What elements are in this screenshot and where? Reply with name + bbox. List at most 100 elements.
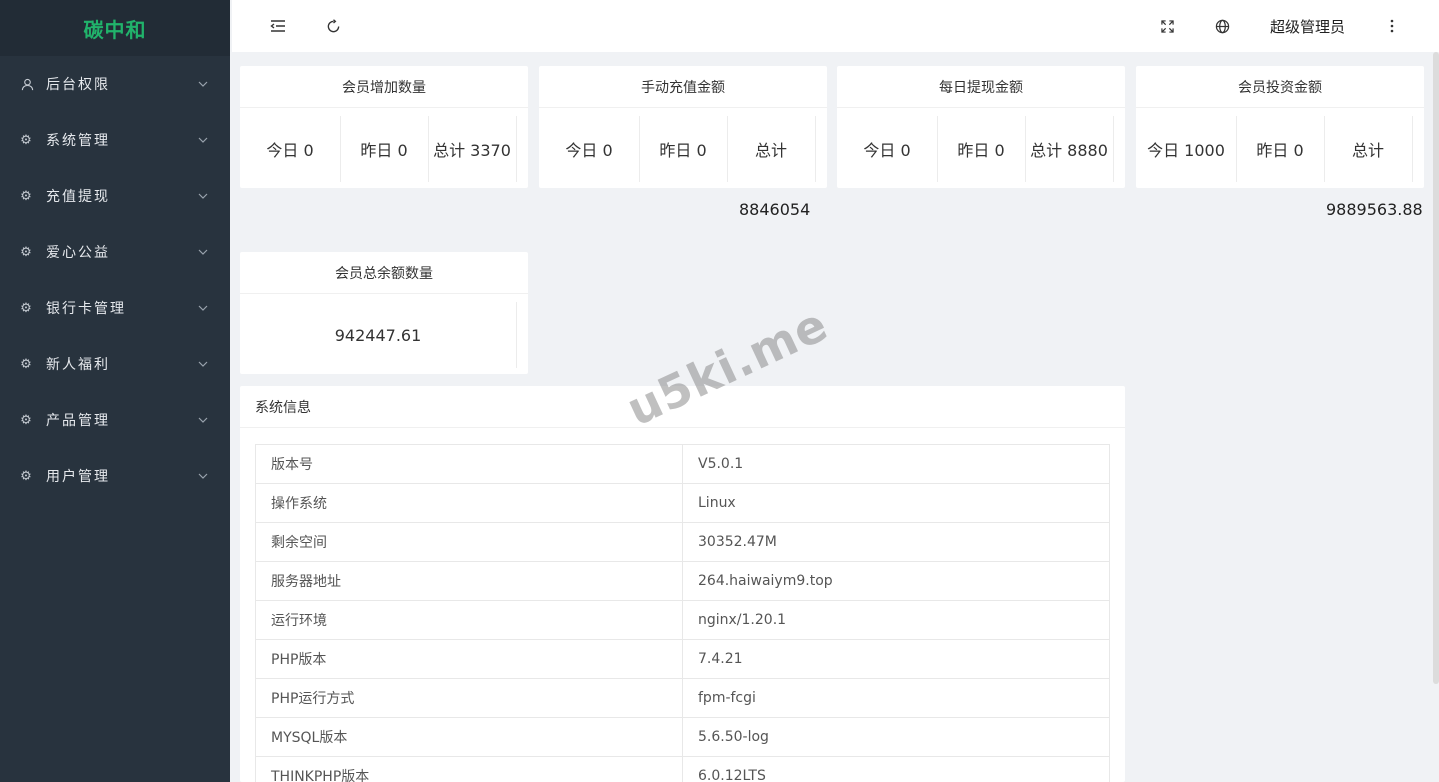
stat-row: 今日 0 昨日 0 总计 3370 [240,116,528,182]
globe-icon[interactable] [1209,13,1235,39]
table-row: 服务器地址 264.haiwaiym9.top [255,561,1110,601]
info-key: 操作系统 [255,483,683,523]
table-row: MYSQL版本 5.6.50-log [255,717,1110,757]
stat-yesterday: 昨日 0 [659,141,707,160]
sidebar-item-label: 系统管理 [46,133,110,149]
sidebar-menu: 后台权限 ⚙ 系统管理 ⚙ 充值提现 ⚙ 爱心公益 ⚙ 银行卡管理 ⚙ 新人福利 [0,56,230,504]
info-key: 剩余空间 [255,522,683,562]
sidebar-item-label: 银行卡管理 [46,301,126,317]
gear-icon: ⚙ [20,244,34,260]
chevron-down-icon [196,357,210,371]
info-value: Linux [682,483,1110,523]
sidebar-item-label: 产品管理 [46,413,110,429]
stat-total: 总计 3370 [433,141,511,160]
sidebar-item-charity[interactable]: ⚙ 爱心公益 [0,224,230,280]
stat-total-value: 8846054 [739,200,811,219]
top-header: 超级管理员 [232,0,1439,52]
stat-card-daily-withdrawal: 每日提现金额 今日 0 昨日 0 总计 8880 [837,66,1125,188]
sidebar-item-products[interactable]: ⚙ 产品管理 [0,392,230,448]
chevron-down-icon [196,245,210,259]
menu-fold-icon[interactable] [265,13,291,39]
sidebar-item-label: 新人福利 [46,357,110,373]
divider [1113,116,1114,182]
table-row: 剩余空间 30352.47M [255,522,1110,562]
system-info-table: 版本号 V5.0.1 操作系统 Linux 剩余空间 30352.47M 服务器地址 2… [255,444,1110,782]
system-info-panel: 系统信息 版本号 V5.0.1 操作系统 Linux 剩余空间 30352.47M 服… [240,386,1125,782]
info-value: V5.0.1 [682,444,1110,484]
stat-row: 今日 0 昨日 0 总计 8880 [837,116,1125,182]
table-row: PHP运行方式 fpm-fcgi [255,678,1110,718]
stat-today: 今日 0 [266,141,314,160]
card-title: 手动充值金额 [539,66,827,108]
sidebar-item-bank-cards[interactable]: ⚙ 银行卡管理 [0,280,230,336]
info-key: 运行环境 [255,600,683,640]
stat-today: 今日 0 [863,141,911,160]
sidebar-item-system[interactable]: ⚙ 系统管理 [0,112,230,168]
gear-icon: ⚙ [20,188,34,204]
chevron-down-icon [196,301,210,315]
info-value: 30352.47M [682,522,1110,562]
fullscreen-icon[interactable] [1154,13,1180,39]
gear-icon: ⚙ [20,468,34,484]
sidebar-item-permissions[interactable]: 后台权限 [0,56,230,112]
info-key: PHP版本 [255,639,683,679]
table-row: THINKPHP版本 6.0.12LTS [255,756,1110,782]
stat-row: 今日 1000 昨日 0 总计 [1136,116,1424,182]
info-value: 5.6.50-log [682,717,1110,757]
info-key: 服务器地址 [255,561,683,601]
stat-yesterday: 昨日 0 [360,141,408,160]
info-value: 6.0.12LTS [682,756,1110,782]
page-scrollbar[interactable] [1433,52,1439,684]
card-title: 会员投资金额 [1136,66,1424,108]
stat-today: 今日 1000 [1147,141,1225,160]
info-key: THINKPHP版本 [255,756,683,782]
sidebar-item-newcomer[interactable]: ⚙ 新人福利 [0,336,230,392]
stat-yesterday: 昨日 0 [1256,141,1304,160]
stat-total: 总计 [754,141,787,160]
sidebar-item-recharge[interactable]: ⚙ 充值提现 [0,168,230,224]
table-row: 版本号 V5.0.1 [255,444,1110,484]
stat-total: 总计 [1351,141,1384,160]
gear-icon: ⚙ [20,356,34,372]
app-logo[interactable]: 碳中和 [0,0,230,56]
chevron-down-icon [196,189,210,203]
card-title: 会员增加数量 [240,66,528,108]
stat-card-member-investment: 会员投资金额 今日 1000 昨日 0 总计 [1136,66,1424,188]
table-row: 操作系统 Linux [255,483,1110,523]
info-value: nginx/1.20.1 [682,600,1110,640]
stat-card-manual-recharge: 手动充值金额 今日 0 昨日 0 总计 [539,66,827,188]
gear-icon: ⚙ [20,300,34,316]
info-key: MYSQL版本 [255,717,683,757]
stat-card-total-balance: 会员总余额数量 942447.61 [240,252,528,374]
sidebar-item-users[interactable]: ⚙ 用户管理 [0,448,230,504]
card-title: 每日提现金额 [837,66,1125,108]
info-value: 264.haiwaiym9.top [682,561,1110,601]
sidebar-item-label: 爱心公益 [46,245,110,261]
stat-row: 942447.61 [240,302,528,368]
panel-title: 系统信息 [240,386,1125,428]
gear-icon: ⚙ [20,412,34,428]
stat-total: 总计 8880 [1030,141,1108,160]
stat-card-member-growth: 会员增加数量 今日 0 昨日 0 总计 3370 [240,66,528,188]
stat-yesterday: 昨日 0 [957,141,1005,160]
stat-today: 今日 0 [565,141,613,160]
user-menu[interactable]: 超级管理员 [1270,0,1345,52]
table-row: 运行环境 nginx/1.20.1 [255,600,1110,640]
sidebar-item-label: 用户管理 [46,469,110,485]
info-key: 版本号 [255,444,683,484]
refresh-icon[interactable] [320,13,346,39]
gear-icon: ⚙ [20,132,34,148]
chevron-down-icon [196,133,210,147]
divider [516,116,517,182]
info-value: 7.4.21 [682,639,1110,679]
more-vertical-icon[interactable] [1379,13,1405,39]
sidebar-item-label: 充值提现 [46,189,110,205]
divider [516,302,517,368]
divider [1412,116,1413,182]
stat-total-value: 9889563.88 [1326,200,1423,219]
info-key: PHP运行方式 [255,678,683,718]
card-title: 会员总余额数量 [240,252,528,294]
info-value: fpm-fcgi [682,678,1110,718]
chevron-down-icon [196,77,210,91]
table-row: PHP版本 7.4.21 [255,639,1110,679]
